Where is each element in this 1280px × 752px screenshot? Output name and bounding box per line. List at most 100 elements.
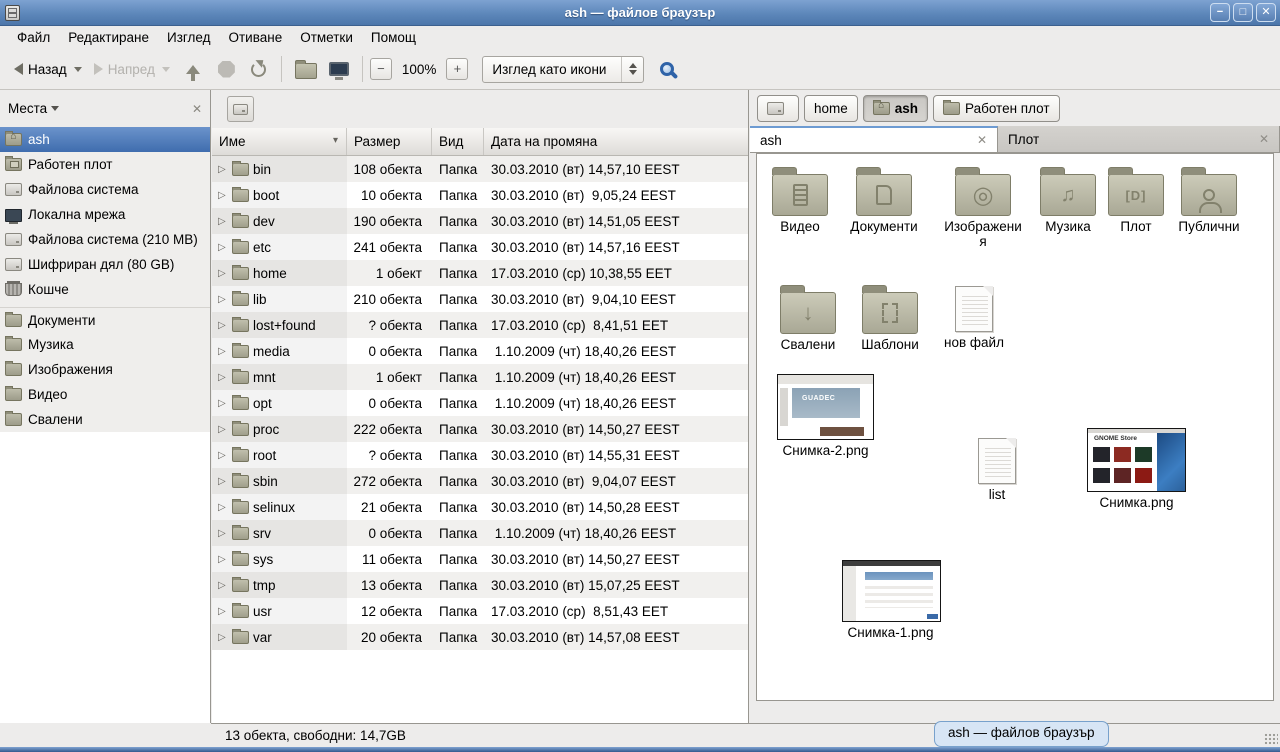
expander-icon[interactable]: ▷ [218, 164, 228, 175]
root-location-button[interactable] [227, 96, 254, 122]
expander-icon[interactable]: ▷ [218, 372, 228, 383]
icon-view-item[interactable]: Свалени [768, 284, 848, 352]
sidebar-title[interactable]: Места [8, 101, 47, 116]
expander-icon[interactable]: ▷ [218, 216, 228, 227]
expander-icon[interactable]: ▷ [218, 632, 228, 643]
forward-button[interactable]: Напред [88, 57, 176, 82]
sidebar-close-icon[interactable]: ✕ [192, 102, 202, 116]
expander-icon[interactable]: ▷ [218, 606, 228, 617]
icon-view-item[interactable]: Снимка.png [1087, 428, 1186, 510]
resize-grip[interactable] [1264, 733, 1278, 745]
zoom-in-button[interactable]: + [446, 58, 468, 80]
expander-icon[interactable]: ▷ [218, 346, 228, 357]
zoom-out-button[interactable]: − [370, 58, 392, 80]
table-row[interactable]: ▷ var 20 обекта Папка 30.03.2010 (вт) 14… [212, 624, 748, 650]
expander-icon[interactable]: ▷ [218, 424, 228, 435]
icon-view-item[interactable]: Шаблони [850, 284, 930, 352]
tab-close-icon[interactable]: ✕ [965, 133, 987, 147]
icon-view[interactable]: Видео Документи Изображения Музика Плот … [756, 153, 1274, 701]
menu-item[interactable]: Файл [8, 28, 59, 47]
icon-view-item[interactable]: нов файл [934, 286, 1014, 350]
sidebar-item[interactable]: Свалени [0, 407, 210, 432]
table-row[interactable]: ▷ selinux 21 обекта Папка 30.03.2010 (вт… [212, 494, 748, 520]
view-mode-select[interactable]: Изглед като икони [482, 56, 644, 83]
menu-item[interactable]: Изглед [158, 28, 220, 47]
forward-history-dropdown-icon[interactable] [162, 67, 170, 72]
table-row[interactable]: ▷ srv 0 обекта Папка 1.10.2009 (чт) 18,4… [212, 520, 748, 546]
table-row[interactable]: ▷ sbin 272 обекта Папка 30.03.2010 (вт) … [212, 468, 748, 494]
sidebar-item[interactable]: Шифриран дял (80 GB) [0, 252, 210, 277]
table-row[interactable]: ▷ sys 11 обекта Папка 30.03.2010 (вт) 14… [212, 546, 748, 572]
icon-view-item[interactable]: Снимка-1.png [842, 560, 939, 640]
expander-icon[interactable]: ▷ [218, 450, 228, 461]
table-row[interactable]: ▷ lost+found ? обекта Папка 17.03.2010 (… [212, 312, 748, 338]
path-button[interactable]: ash [863, 95, 928, 122]
column-header-type[interactable]: Вид [432, 128, 484, 155]
table-row[interactable]: ▷ etc 241 обекта Папка 30.03.2010 (вт) 1… [212, 234, 748, 260]
tab[interactable]: Плот ✕ [998, 126, 1280, 152]
sidebar-item[interactable]: Изображения [0, 357, 210, 382]
path-button[interactable] [757, 95, 799, 122]
table-row[interactable]: ▷ bin 108 обекта Папка 30.03.2010 (вт) 1… [212, 156, 748, 182]
expander-icon[interactable]: ▷ [218, 528, 228, 539]
table-row[interactable]: ▷ lib 210 обекта Папка 30.03.2010 (вт) 9… [212, 286, 748, 312]
menu-item[interactable]: Помощ [362, 28, 425, 47]
home-button[interactable] [289, 55, 323, 84]
stop-icon[interactable] [218, 61, 235, 78]
sidebar-item[interactable]: ash [0, 127, 210, 152]
reload-icon[interactable] [251, 62, 266, 77]
table-row[interactable]: ▷ media 0 обекта Папка 1.10.2009 (чт) 18… [212, 338, 748, 364]
menu-item[interactable]: Редактиране [59, 28, 158, 47]
expander-icon[interactable]: ▷ [218, 268, 228, 279]
icon-view-item[interactable]: Плот [1096, 166, 1176, 234]
search-icon[interactable] [660, 62, 674, 76]
table-row[interactable]: ▷ usr 12 обекта Папка 17.03.2010 (ср) 8,… [212, 598, 748, 624]
expander-icon[interactable]: ▷ [218, 190, 228, 201]
combo-spinner-icon[interactable] [621, 57, 643, 82]
table-row[interactable]: ▷ proc 222 обекта Папка 30.03.2010 (вт) … [212, 416, 748, 442]
table-row[interactable]: ▷ mnt 1 обект Папка 1.10.2009 (чт) 18,40… [212, 364, 748, 390]
close-button[interactable]: ✕ [1256, 3, 1276, 22]
sidebar-item[interactable]: Кошче [0, 277, 210, 302]
sidebar-item[interactable]: Файлова система [0, 177, 210, 202]
back-history-dropdown-icon[interactable] [74, 67, 82, 72]
column-header-date[interactable]: Дата на промяна [484, 128, 748, 155]
table-row[interactable]: ▷ opt 0 обекта Папка 1.10.2009 (чт) 18,4… [212, 390, 748, 416]
sidebar-item[interactable]: Файлова система (210 MB) [0, 227, 210, 252]
table-row[interactable]: ▷ root ? обекта Папка 30.03.2010 (вт) 14… [212, 442, 748, 468]
sidebar-item[interactable]: Документи [0, 307, 210, 332]
expander-icon[interactable]: ▷ [218, 320, 228, 331]
menu-item[interactable]: Отметки [291, 28, 362, 47]
menu-item[interactable]: Отиване [219, 28, 291, 47]
path-button[interactable]: Работен плот [933, 95, 1060, 122]
expander-icon[interactable]: ▷ [218, 294, 228, 305]
expander-icon[interactable]: ▷ [218, 554, 228, 565]
table-row[interactable]: ▷ home 1 обект Папка 17.03.2010 (ср) 10,… [212, 260, 748, 286]
minimize-button[interactable]: − [1210, 3, 1230, 22]
column-header-size[interactable]: Размер [347, 128, 432, 155]
icon-view-item[interactable]: Снимка-2.png [777, 374, 874, 458]
icon-view-item[interactable]: Изображения [941, 166, 1025, 249]
computer-button[interactable] [323, 57, 355, 81]
sidebar-item[interactable]: Музика [0, 332, 210, 357]
expander-icon[interactable]: ▷ [218, 398, 228, 409]
path-button[interactable]: home [804, 95, 858, 122]
column-header-name[interactable]: Име ▾ [212, 128, 347, 155]
sidebar-item[interactable]: Видео [0, 382, 210, 407]
expander-icon[interactable]: ▷ [218, 242, 228, 253]
sidebar-dropdown-icon[interactable] [51, 106, 59, 111]
sidebar-item[interactable]: Работен плот [0, 152, 210, 177]
back-button[interactable]: Назад [8, 57, 88, 82]
expander-icon[interactable]: ▷ [218, 502, 228, 513]
up-button[interactable] [176, 60, 210, 79]
icon-view-item[interactable]: list [957, 438, 1037, 502]
tab-close-icon[interactable]: ✕ [1247, 132, 1269, 146]
icon-view-item[interactable]: Видео [760, 166, 840, 234]
expander-icon[interactable]: ▷ [218, 580, 228, 591]
table-row[interactable]: ▷ tmp 13 обекта Папка 30.03.2010 (вт) 15… [212, 572, 748, 598]
taskbar-window-button[interactable]: ash — файлов браузър [934, 721, 1109, 747]
tab[interactable]: ash ✕ [750, 126, 998, 152]
icon-view-item[interactable]: Публични [1169, 166, 1249, 234]
expander-icon[interactable]: ▷ [218, 476, 228, 487]
icon-view-item[interactable]: Документи [844, 166, 924, 234]
